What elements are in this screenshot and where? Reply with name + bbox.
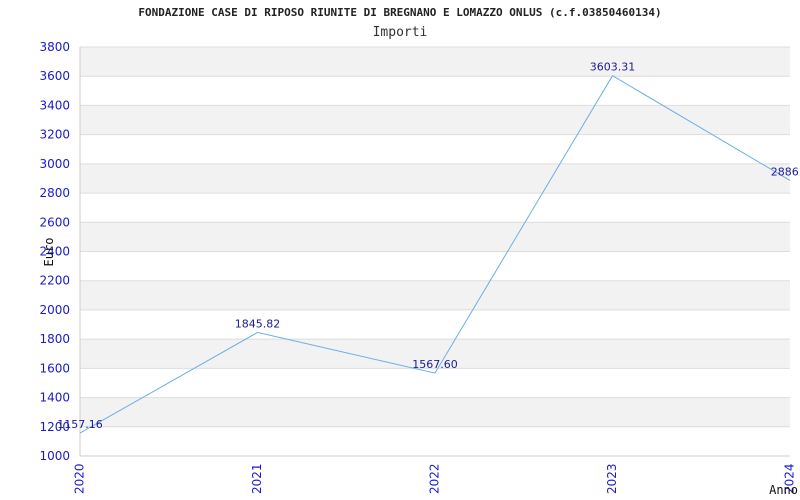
line-chart: 1000120014001600180020002200240026002800… — [39, 40, 800, 497]
y-tick-label: 2200 — [39, 274, 70, 288]
x-axis-label: Anno — [769, 483, 798, 497]
y-tick-label: 1000 — [39, 449, 70, 463]
data-label: 3603.31 — [590, 61, 636, 74]
y-tick-label: 2800 — [39, 186, 70, 200]
data-label: 1567.60 — [412, 358, 458, 371]
y-tick-label: 2000 — [39, 303, 70, 317]
grid-band — [80, 105, 790, 135]
y-tick-label: 3800 — [39, 40, 70, 54]
y-tick-label: 3400 — [39, 98, 70, 112]
x-tick-label: 2020 — [73, 463, 87, 494]
data-label: 2886.4 — [771, 165, 800, 178]
grid-band — [80, 222, 790, 252]
grid-band — [80, 163, 790, 194]
y-tick-label: 1400 — [39, 391, 70, 405]
x-tick-label: 2023 — [605, 463, 619, 494]
grid-band — [80, 280, 790, 310]
grid-band — [80, 47, 790, 77]
y-tick-label: 3000 — [39, 157, 70, 171]
y-tick-label: 1600 — [39, 361, 70, 375]
y-tick-label: 3200 — [39, 128, 70, 142]
y-tick-label: 3600 — [39, 69, 70, 83]
data-label: 1157.16 — [57, 418, 103, 431]
y-tick-label: 1800 — [39, 332, 70, 346]
x-tick-label: 2021 — [250, 463, 264, 494]
y-tick-label: 2600 — [39, 215, 70, 229]
grid-band — [80, 397, 790, 427]
x-tick-labels: 2020 2021 2022 2023 2024 — [73, 463, 797, 494]
y-axis-label: Euro — [42, 238, 56, 267]
x-tick-label: 2022 — [428, 463, 442, 494]
data-label: 1845.82 — [235, 317, 281, 330]
